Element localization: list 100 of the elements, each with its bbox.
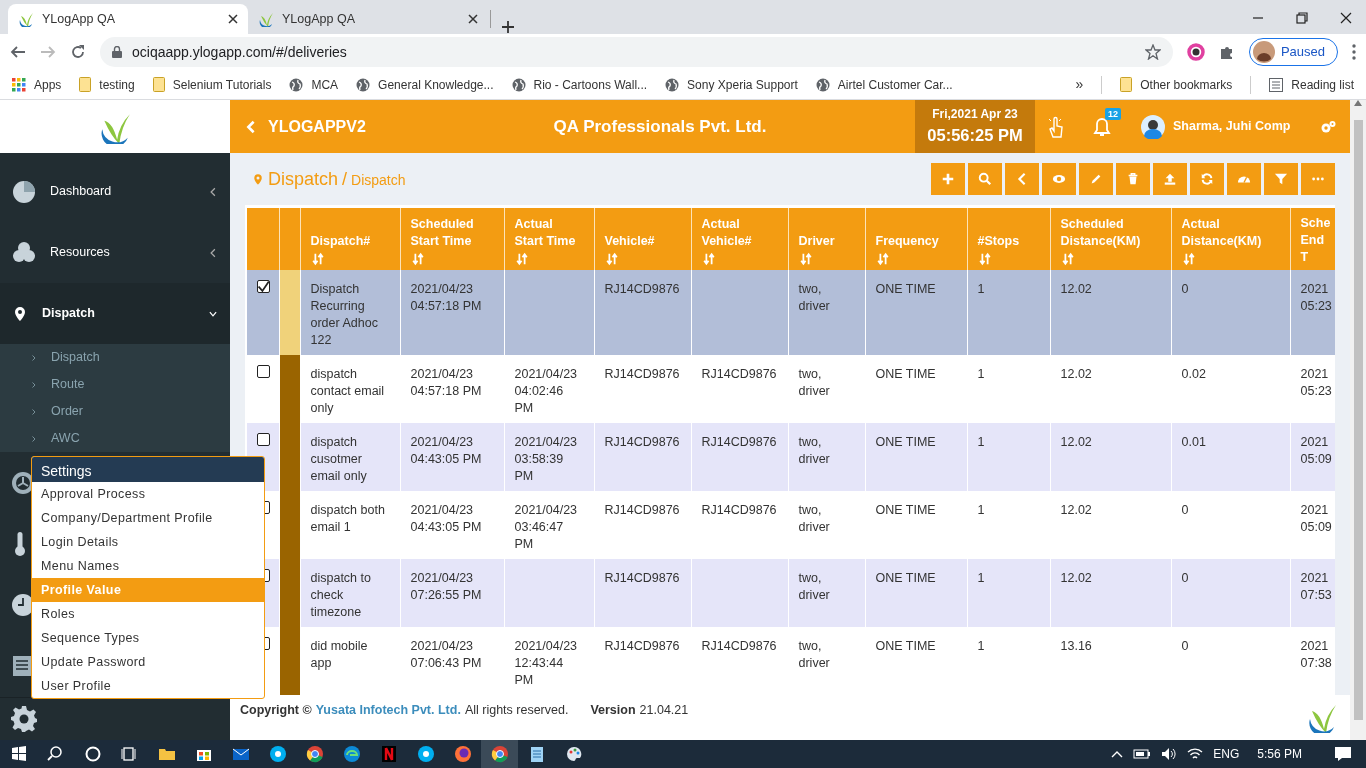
sidebar-item[interactable]: Dispatch	[0, 283, 230, 344]
table-cell: two, driver	[798, 367, 830, 398]
table-cell: 2021/04/23 07:26:55 PM	[410, 571, 482, 602]
table-cell: RJ14CD9876	[604, 367, 680, 381]
sidebar-item[interactable]: Dashboard	[0, 161, 230, 222]
table-cell: ONE TIME	[875, 503, 936, 517]
browser-icon[interactable]	[305, 745, 324, 763]
restore-icon[interactable]	[1296, 12, 1308, 24]
reading-list-button[interactable]: Reading list	[1291, 75, 1354, 94]
browser-tab[interactable]: YLogApp QA	[8, 4, 248, 34]
refresh-icon	[1200, 172, 1214, 186]
bookmark-link[interactable]: Selenium Tutorials	[172, 75, 272, 94]
table-cell: 12.02	[1060, 435, 1092, 449]
bookmark-link[interactable]: Other bookmarks	[1140, 75, 1233, 94]
menu-item[interactable]: User Profile	[32, 674, 264, 698]
table-cell: 1	[977, 571, 985, 585]
list-icon	[1269, 77, 1284, 92]
battery-icon[interactable]	[1133, 748, 1152, 760]
start-icon[interactable]	[9, 745, 28, 763]
filter-icon	[1274, 172, 1288, 186]
profile-button[interactable]: Paused	[1248, 38, 1338, 66]
avatar-icon	[1252, 41, 1275, 63]
language-indicator[interactable]: ENG	[1213, 745, 1240, 763]
puzzle-icon[interactable]	[1218, 44, 1235, 60]
app-name: YLOGAPPV2	[268, 116, 366, 137]
table-cell: 2021/04/23 04:57:18 PM	[410, 367, 482, 398]
bookmark-link[interactable]: Apps	[34, 75, 62, 94]
browser-tab[interactable]: YLogApp QA	[248, 4, 488, 34]
menu-item[interactable]: Login Details	[32, 530, 264, 554]
cubes-icon	[12, 240, 36, 265]
address-bar[interactable]: ociqaapp.ylogapp.com/#/deliveries	[100, 37, 1173, 67]
tile-icon[interactable]	[379, 745, 398, 763]
new-tab-icon[interactable]	[501, 20, 515, 34]
breadcrumb-separator: /	[342, 167, 348, 191]
notification-icon[interactable]	[1334, 746, 1352, 762]
table-cell: 1	[977, 503, 985, 517]
circle-icon[interactable]	[83, 745, 102, 763]
close-icon[interactable]	[468, 14, 478, 24]
table-cell: 2021 07:53	[1300, 571, 1332, 602]
palette-icon[interactable]	[564, 745, 583, 763]
chevron-right-icon	[30, 379, 37, 390]
checkbox[interactable]	[257, 365, 270, 378]
submenu-item[interactable]: Route	[0, 371, 230, 398]
menu-item[interactable]: Roles	[32, 602, 264, 626]
bookmark-link[interactable]: Sony Xperia Support	[687, 75, 798, 94]
page-title: Dispatch	[268, 167, 339, 191]
scrollbar-thumb[interactable]	[1353, 120, 1363, 720]
bookmark-link[interactable]: Rio - Cartoons Wall...	[533, 75, 648, 94]
wifi-icon[interactable]	[1187, 747, 1204, 761]
menu-title: Settings	[32, 457, 264, 482]
table-cell: 2021 05:23	[1300, 367, 1332, 398]
company-link[interactable]: Yusata Infotech Pvt. Ltd.	[315, 701, 461, 720]
menu-item[interactable]: Menu Names	[32, 554, 264, 578]
browser-icon[interactable]	[490, 745, 509, 763]
submenu-item[interactable]: Dispatch	[0, 344, 230, 371]
submenu-item[interactable]: Order	[0, 398, 230, 425]
chevron-up-icon[interactable]	[1111, 750, 1124, 758]
table-cell: dispatch both email 1	[310, 503, 385, 534]
sidebar-item[interactable]: Resources	[0, 222, 230, 283]
bookmark-link[interactable]: General Knowledge...	[378, 75, 494, 94]
table-cell: 13.16	[1060, 639, 1092, 653]
speaker-icon[interactable]	[1161, 747, 1178, 761]
search-icon[interactable]	[46, 745, 65, 763]
more-bookmarks-button[interactable]: »	[1075, 74, 1084, 95]
settings-icon[interactable]	[10, 705, 38, 733]
table-cell: RJ14CD9876	[604, 503, 680, 517]
star-icon[interactable]	[1144, 44, 1161, 60]
close-icon[interactable]	[228, 14, 238, 24]
table-cell: 2021/04/23 12:43:44 PM	[514, 639, 578, 687]
ring-icon[interactable]	[1186, 43, 1205, 61]
table-cell: RJ14CD9876	[701, 503, 777, 517]
back-icon[interactable]	[10, 44, 26, 60]
menu-item[interactable]: Company/Department Profile	[32, 506, 264, 530]
bookmark-link[interactable]: Airtel Customer Car...	[837, 75, 953, 94]
table-cell: 2021 05:09	[1300, 503, 1332, 534]
checkbox[interactable]	[257, 280, 270, 293]
sort-icon	[701, 252, 716, 266]
grid-icon	[12, 77, 26, 92]
table-cell: ONE TIME	[875, 571, 936, 585]
menu-item[interactable]: Update Password	[32, 650, 264, 674]
table-cell: two, driver	[798, 571, 830, 602]
bookmark-link[interactable]: testing	[99, 75, 135, 94]
pencil-icon	[1089, 172, 1103, 186]
menu-item[interactable]: Sequence Types	[32, 626, 264, 650]
task-view-icon[interactable]	[120, 745, 139, 763]
reload-icon[interactable]	[70, 44, 86, 60]
dashboard-icon	[12, 179, 36, 204]
menu-item[interactable]: Approval Process	[32, 482, 264, 506]
bell-icon[interactable]	[1093, 116, 1111, 137]
taskbar-clock[interactable]: 5:56 PM	[1257, 745, 1302, 763]
checkbox[interactable]	[257, 433, 270, 446]
table-cell: RJ14CD9876	[604, 639, 680, 653]
submenu-item[interactable]: AWC	[0, 425, 230, 452]
close-icon[interactable]	[1340, 12, 1352, 24]
bookmark-link[interactable]: MCA	[311, 75, 339, 94]
table-cell: RJ14CD9876	[604, 571, 680, 585]
chevron-right-icon	[30, 406, 37, 417]
sort-icon	[977, 252, 992, 266]
table-cell: RJ14CD9876	[701, 639, 777, 653]
more-icon[interactable]	[1352, 44, 1356, 60]
